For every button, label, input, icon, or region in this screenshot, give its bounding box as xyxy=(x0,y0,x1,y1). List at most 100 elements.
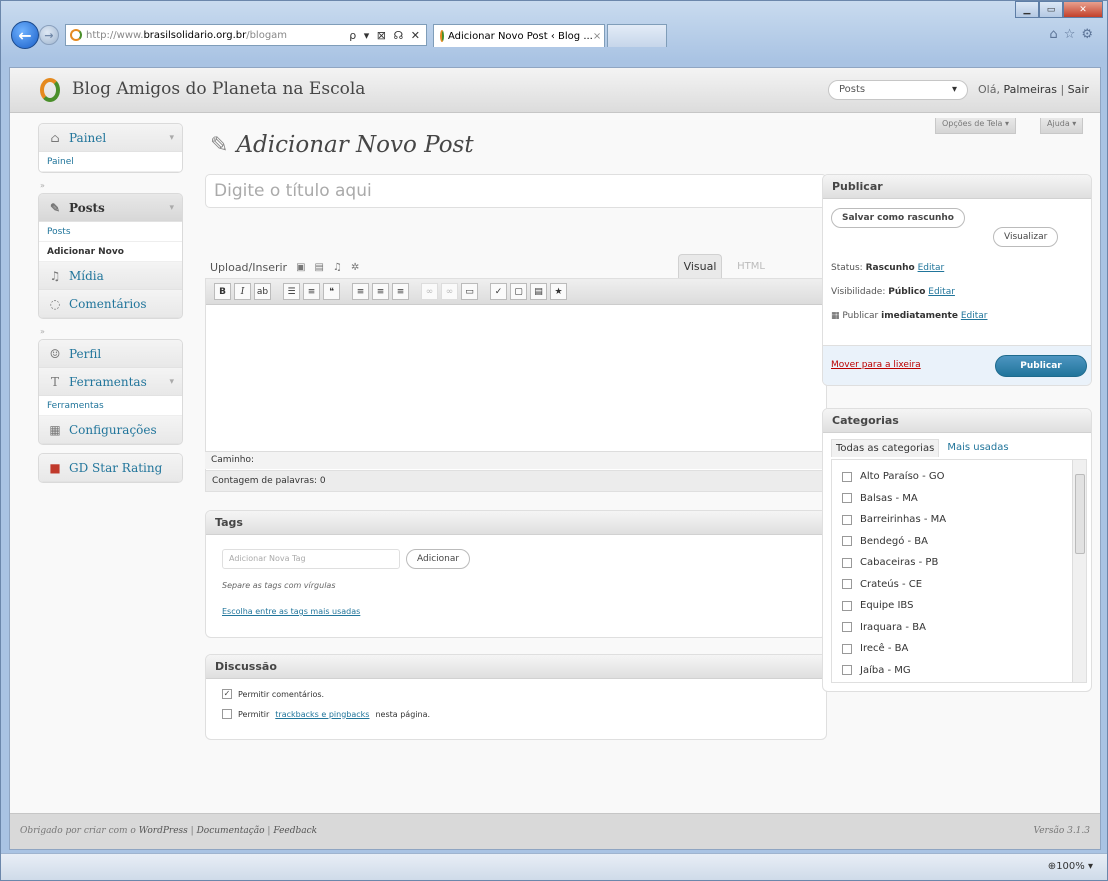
menu-item-posts[interactable]: ✎ Posts ▾ xyxy=(39,194,182,222)
list-item: Bendegó - BA xyxy=(842,531,1076,553)
documentation-link[interactable]: Documentação xyxy=(197,826,265,836)
edit-status-link[interactable]: Editar xyxy=(918,263,945,273)
category-checkbox[interactable] xyxy=(842,665,852,676)
menu-group-posts: ✎ Posts ▾ Posts Adicionar Novo ♫ Mídia ◌ Com… xyxy=(38,193,183,319)
add-image-icon[interactable]: ▣ xyxy=(296,262,305,273)
italic-icon[interactable]: I xyxy=(234,283,251,300)
add-audio-icon[interactable]: ♫ xyxy=(333,262,342,273)
tags-heading[interactable]: Tags xyxy=(206,511,826,535)
post-title-input[interactable]: Digite o título aqui xyxy=(205,174,827,208)
allow-comments-checkbox[interactable]: ✓ xyxy=(222,689,232,699)
address-controls[interactable]: ρ ▾ ⊠ ☊ ✕ xyxy=(349,29,422,42)
kitchen-sink-icon[interactable]: ▤ xyxy=(530,283,547,300)
menu-item-midia[interactable]: ♫ Mídia xyxy=(39,262,182,290)
category-checkbox[interactable] xyxy=(842,622,852,633)
numbered-list-icon[interactable]: ≡ xyxy=(303,283,320,300)
category-checkbox[interactable] xyxy=(842,557,852,568)
align-center-icon[interactable]: ≡ xyxy=(372,283,389,300)
footer-thanks: Obrigado por criar com o xyxy=(20,826,136,836)
site-title[interactable]: Blog Amigos do Planeta na Escola xyxy=(72,79,365,99)
spellcheck-icon[interactable]: ✓ xyxy=(490,283,507,300)
menu-item-gd-star-rating[interactable]: ■ GD Star Rating xyxy=(39,454,182,482)
screen-options-button[interactable]: Opções de Tela ▾ xyxy=(935,118,1016,134)
submenu-item-add-new[interactable]: Adicionar Novo xyxy=(39,242,182,262)
new-tab-button[interactable] xyxy=(607,24,667,47)
move-to-trash-link[interactable]: Mover para a lixeira xyxy=(831,360,921,370)
forward-button[interactable]: → xyxy=(39,25,59,45)
menu-item-configuracoes[interactable]: ▦ Configurações xyxy=(39,416,182,444)
align-right-icon[interactable]: ≡ xyxy=(392,283,409,300)
trackbacks-link[interactable]: trackbacks e pingbacks xyxy=(275,710,369,719)
strikethrough-icon[interactable]: ab xyxy=(254,283,271,300)
discussion-heading[interactable]: Discussão xyxy=(206,655,826,679)
help-button[interactable]: Ajuda ▾ xyxy=(1040,118,1084,134)
category-checkbox[interactable] xyxy=(842,514,852,525)
allow-trackbacks-checkbox[interactable] xyxy=(222,709,232,719)
add-media-icon[interactable]: ✲ xyxy=(351,262,359,273)
tools-gear-icon[interactable]: ⚙ xyxy=(1081,27,1099,42)
menu-label: Perfil xyxy=(69,346,102,361)
chevron-down-icon[interactable]: ▾ xyxy=(169,203,174,213)
home-icon[interactable]: ⌂ xyxy=(1049,27,1063,42)
fullscreen-icon[interactable]: ▢ xyxy=(510,283,527,300)
edit-schedule-link[interactable]: Editar xyxy=(961,311,988,321)
new-tag-input[interactable]: Adicionar Nova Tag xyxy=(222,549,400,569)
add-tag-button[interactable]: Adicionar xyxy=(406,549,471,569)
category-checkbox[interactable] xyxy=(842,471,852,482)
bold-icon[interactable]: B xyxy=(214,283,231,300)
tab-close-icon[interactable]: × xyxy=(593,31,601,42)
feedback-link[interactable]: Feedback xyxy=(273,826,317,836)
chevron-down-icon[interactable]: ▾ xyxy=(169,377,174,387)
category-checkbox[interactable] xyxy=(842,643,852,654)
categories-heading[interactable]: Categorias xyxy=(823,409,1091,433)
tab-active[interactable]: Adicionar Novo Post ‹ Blog ... × xyxy=(433,24,605,47)
category-checkbox[interactable] xyxy=(842,600,852,611)
scrollbar-thumb[interactable] xyxy=(1075,474,1085,554)
category-checkbox[interactable] xyxy=(842,536,852,547)
editor-toolbar: B I ab ☰ ≡ ❝ ≡ ≡ ≡ ∞ ∞ ▭ ✓ ▢ ▤ ★ xyxy=(206,279,826,305)
unlink-icon[interactable]: ∞ xyxy=(441,283,458,300)
favorites-star-icon[interactable]: ☆ xyxy=(1064,27,1082,42)
maximize-button[interactable]: ▭ xyxy=(1039,1,1063,18)
address-bar[interactable]: http://www. brasilsolidario.org.br/blogam… xyxy=(65,24,427,46)
publish-heading[interactable]: Publicar xyxy=(823,175,1091,199)
submenu-item-ferramentas[interactable]: Ferramentas xyxy=(39,396,182,416)
more-tag-icon[interactable]: ▭ xyxy=(461,283,478,300)
submenu-item-painel[interactable]: Painel xyxy=(39,152,182,172)
category-checkbox[interactable] xyxy=(842,493,852,504)
category-checkbox[interactable] xyxy=(842,579,852,590)
zoom-control[interactable]: ⊕100% ▾ xyxy=(1048,861,1093,872)
add-video-icon[interactable]: ▤ xyxy=(315,262,324,273)
user-name-link[interactable]: Palmeiras xyxy=(1003,83,1056,96)
minimize-button[interactable]: ▁ xyxy=(1015,1,1039,18)
wordpress-link[interactable]: WordPress xyxy=(139,826,188,836)
tab-all-categories[interactable]: Todas as categorias xyxy=(831,439,940,457)
publish-button[interactable]: Publicar xyxy=(995,355,1087,377)
favorites-select[interactable]: Posts ▾ xyxy=(828,80,968,100)
chevron-down-icon[interactable]: ▾ xyxy=(169,133,174,143)
close-window-button[interactable]: ✕ xyxy=(1063,1,1103,18)
submenu-item-posts[interactable]: Posts xyxy=(39,222,182,242)
logout-link[interactable]: Sair xyxy=(1068,83,1089,96)
save-draft-button[interactable]: Salvar como rascunho xyxy=(831,208,965,228)
star-icon[interactable]: ★ xyxy=(550,283,567,300)
editor-tab-html[interactable]: HTML xyxy=(726,254,776,278)
bullet-list-icon[interactable]: ☰ xyxy=(283,283,300,300)
align-left-icon[interactable]: ≡ xyxy=(352,283,369,300)
chevron-down-icon: ▾ xyxy=(1087,861,1093,872)
preview-button[interactable]: Visualizar xyxy=(993,227,1059,247)
back-button[interactable]: ← xyxy=(11,21,39,49)
publish-metabox: Publicar Salvar como rascunho Visualizar… xyxy=(822,174,1092,386)
link-icon[interactable]: ∞ xyxy=(421,283,438,300)
edit-visibility-link[interactable]: Editar xyxy=(928,287,955,297)
tab-most-used[interactable]: Mais usadas xyxy=(947,439,1008,457)
category-scrollbar[interactable] xyxy=(1072,460,1086,682)
tag-cloud-link[interactable]: Escolha entre as tags mais usadas xyxy=(222,607,360,616)
menu-item-comentarios[interactable]: ◌ Comentários xyxy=(39,290,182,318)
menu-item-ferramentas[interactable]: T Ferramentas ▾ xyxy=(39,368,182,396)
media-icon: ♫ xyxy=(49,268,61,283)
editor-tab-visual[interactable]: Visual xyxy=(678,254,722,278)
blockquote-icon[interactable]: ❝ xyxy=(323,283,340,300)
menu-item-painel[interactable]: ⌂ Painel ▾ xyxy=(39,124,182,152)
menu-item-perfil[interactable]: ☺ Perfil xyxy=(39,340,182,368)
